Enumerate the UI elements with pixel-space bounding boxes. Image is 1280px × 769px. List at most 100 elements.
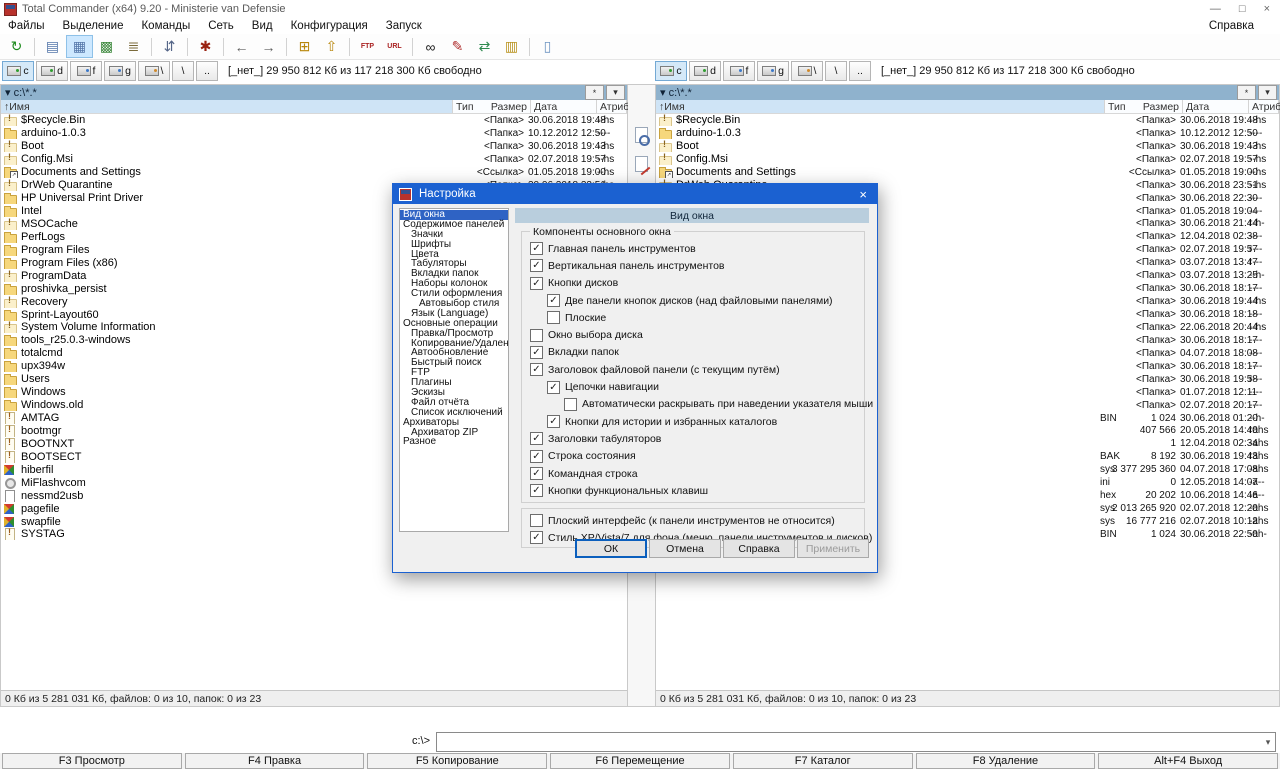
checkbox-checked-icon[interactable]: ✓ <box>530 363 543 376</box>
file-row[interactable]: arduino-1.0.3<Папка>10.12.2012 12:50---- <box>1 127 627 140</box>
checkbox-option[interactable]: Плоский интерфейс (к панели инструментов… <box>530 512 860 529</box>
file-row[interactable]: $Recycle.Bin<Папка>30.06.2018 19:48--hs <box>1 114 627 127</box>
cancel-button[interactable]: Отмена <box>649 539 721 558</box>
command-line-input[interactable] <box>437 735 1261 749</box>
history-dropdown-button[interactable]: ▾ <box>1258 85 1277 100</box>
checkbox-option[interactable]: ✓Кнопки для истории и избранных каталого… <box>530 413 860 430</box>
file-row[interactable]: Config.Msi<Папка>02.07.2018 19:57--hs <box>656 153 1279 166</box>
menu-item-Конфигурация[interactable]: Конфигурация <box>291 20 368 32</box>
checkbox-checked-icon[interactable]: ✓ <box>530 432 543 445</box>
column-header-date[interactable]: Дата <box>1183 100 1249 113</box>
tree-view-button[interactable]: ≣ <box>120 35 147 58</box>
menu-item-Файлы[interactable]: Файлы <box>8 20 45 32</box>
filter-button[interactable]: * <box>1237 85 1256 100</box>
checkbox-checked-icon[interactable]: ✓ <box>530 450 543 463</box>
quick-view-icon[interactable] <box>634 127 650 146</box>
column-header-attr[interactable]: Атриб <box>597 100 627 113</box>
checkbox-option[interactable]: ✓Две панели кнопок дисков (над файловыми… <box>530 292 860 309</box>
brief-view-button[interactable]: ▤ <box>39 35 66 58</box>
drive-button-d[interactable]: d <box>36 61 68 81</box>
drive-button-d[interactable]: d <box>689 61 721 81</box>
file-row[interactable]: Config.Msi<Папка>02.07.2018 19:57--hs <box>1 153 627 166</box>
right-path-bar[interactable]: ▾ c:\*.* * ▾ <box>656 85 1279 100</box>
minimize-button[interactable]: — <box>1210 3 1221 15</box>
pack-button[interactable]: ⊞ <box>291 35 318 58</box>
help-button[interactable]: Справка <box>723 539 795 558</box>
checkbox-unchecked-icon[interactable] <box>530 514 543 527</box>
column-header-type[interactable]: ТипРазмер <box>1105 100 1183 113</box>
column-header-type[interactable]: ТипРазмер <box>453 100 531 113</box>
left-path-bar[interactable]: ▾ c:\*.* * ▾ <box>1 85 627 100</box>
drive-button-g[interactable]: g <box>757 61 789 81</box>
ok-button[interactable]: ОК <box>575 539 647 558</box>
menu-item-Сеть[interactable]: Сеть <box>208 20 234 32</box>
checkbox-checked-icon[interactable]: ✓ <box>530 242 543 255</box>
checkbox-checked-icon[interactable]: ✓ <box>530 259 543 272</box>
menu-item-Команды[interactable]: Команды <box>141 20 190 32</box>
checkbox-checked-icon[interactable]: ✓ <box>530 484 543 497</box>
drive-button-f[interactable]: f <box>70 61 102 81</box>
drive-button-..[interactable]: .. <box>196 61 218 81</box>
dialog-title-bar[interactable]: Настройка × <box>393 184 877 204</box>
checkbox-unchecked-icon[interactable] <box>564 398 577 411</box>
history-dropdown-button[interactable]: ▾ <box>606 85 625 100</box>
checkbox-option[interactable]: ✓Кнопки дисков <box>530 275 860 292</box>
fkey-button-F8[interactable]: F8 Удаление <box>916 753 1096 769</box>
checkbox-option[interactable]: Автоматически раскрывать при наведении у… <box>530 396 860 413</box>
checkbox-unchecked-icon[interactable] <box>530 329 543 342</box>
column-header-date[interactable]: Дата <box>531 100 597 113</box>
column-header-size[interactable]: Размер <box>491 101 527 113</box>
notepad-button[interactable]: ▯ <box>534 35 561 58</box>
menu-item-Выделение[interactable]: Выделение <box>63 20 124 32</box>
full-view-button[interactable]: ▦ <box>66 35 93 58</box>
thumbnails-view-button[interactable]: ▩ <box>93 35 120 58</box>
checkbox-option[interactable]: Окно выбора диска <box>530 326 860 343</box>
forward-button[interactable]: → <box>255 35 282 58</box>
column-header-name[interactable]: ↑Имя <box>656 100 1105 113</box>
checkbox-option[interactable]: Плоские <box>530 309 860 326</box>
checkbox-checked-icon[interactable]: ✓ <box>547 415 560 428</box>
drive-button-\[interactable]: \ <box>172 61 194 81</box>
file-row[interactable]: arduino-1.0.3<Папка>10.12.2012 12:50---- <box>656 127 1279 140</box>
file-row[interactable]: ↗Documents and Settings<Ссылка>01.05.201… <box>656 166 1279 179</box>
multi-rename-button[interactable]: ✎ <box>444 35 471 58</box>
column-header-name[interactable]: ↑Имя <box>1 100 453 113</box>
checkbox-option[interactable]: ✓Командная строка <box>530 465 860 482</box>
fkey-button-Alt+F4[interactable]: Alt+F4 Выход <box>1098 753 1278 769</box>
checkbox-checked-icon[interactable]: ✓ <box>547 294 560 307</box>
directory-tree-button[interactable]: ⇵ <box>156 35 183 58</box>
ftp-connect-button[interactable]: FTP <box>354 35 381 58</box>
checkbox-option[interactable]: ✓Вкладки папок <box>530 344 860 361</box>
settings-tree-item[interactable]: Разное <box>400 437 508 447</box>
checkbox-unchecked-icon[interactable] <box>547 311 560 324</box>
drive-button-..[interactable]: .. <box>849 61 871 81</box>
drive-button-\[interactable]: \ <box>825 61 847 81</box>
command-history-chevron-icon[interactable]: ▾ <box>1261 737 1275 748</box>
file-row[interactable]: Boot<Папка>30.06.2018 19:43--hs <box>656 140 1279 153</box>
back-button[interactable]: ← <box>228 35 255 58</box>
file-row[interactable]: ↗Documents and Settings<Ссылка>01.05.201… <box>1 166 627 179</box>
checkbox-option[interactable]: ✓Цепочки навигации <box>530 378 860 395</box>
checkbox-checked-icon[interactable]: ✓ <box>530 346 543 359</box>
unpack-button[interactable]: ⇧ <box>318 35 345 58</box>
drive-button-\[interactable]: \ <box>138 61 170 81</box>
checkbox-option[interactable]: ✓Заголовок файловой панели (с текущим пу… <box>530 361 860 378</box>
menu-item-Запуск[interactable]: Запуск <box>386 20 422 32</box>
file-row[interactable]: $Recycle.Bin<Папка>30.06.2018 19:48--hs <box>656 114 1279 127</box>
drive-button-f[interactable]: f <box>723 61 755 81</box>
fkey-button-F3[interactable]: F3 Просмотр <box>2 753 182 769</box>
ftp-url-button[interactable]: URL <box>381 35 408 58</box>
search-button[interactable]: ∞ <box>417 35 444 58</box>
drive-button-c[interactable]: c <box>2 61 34 81</box>
checkbox-checked-icon[interactable]: ✓ <box>530 467 543 480</box>
sync-dirs-button[interactable]: ⇄ <box>471 35 498 58</box>
checkbox-option[interactable]: ✓Строка состояния <box>530 448 860 465</box>
dialog-close-icon[interactable]: × <box>855 187 871 202</box>
checkbox-option[interactable]: ✓Заголовки табуляторов <box>530 430 860 447</box>
filter-button[interactable]: * <box>585 85 604 100</box>
menu-item-help[interactable]: Справка <box>1209 20 1254 32</box>
column-header-size[interactable]: Размер <box>1143 101 1179 113</box>
fkey-button-F4[interactable]: F4 Правка <box>185 753 365 769</box>
fkey-button-F6[interactable]: F6 Перемещение <box>550 753 730 769</box>
column-header-attr[interactable]: Атриб <box>1249 100 1279 113</box>
